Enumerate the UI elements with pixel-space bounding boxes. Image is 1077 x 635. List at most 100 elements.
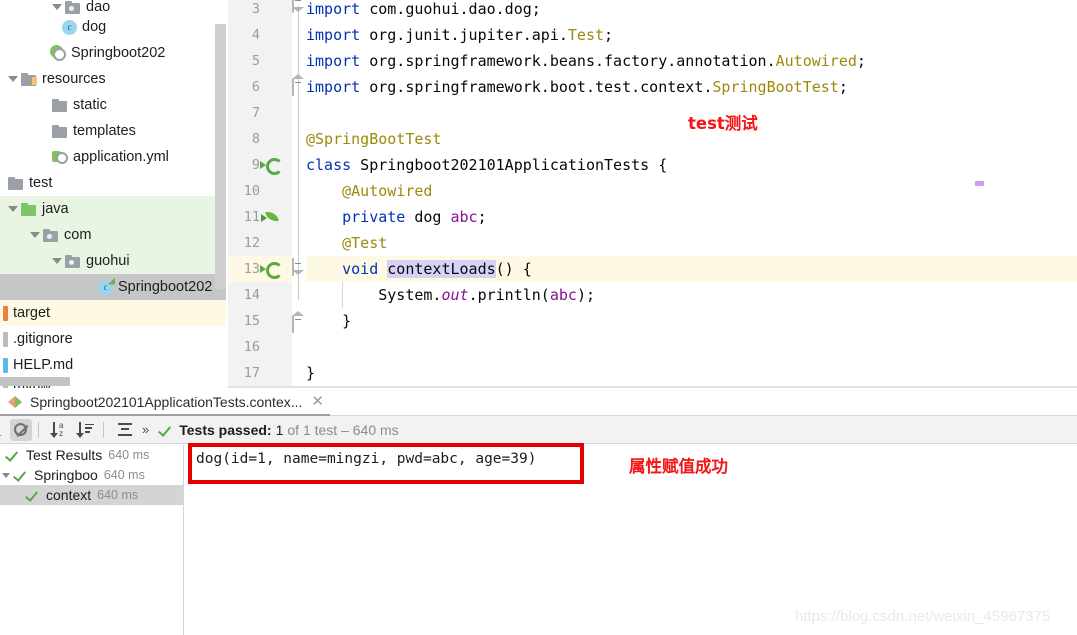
editor-gutter[interactable]: 3 4 5 6 7 8 9 10 11 12 13 14 15 16 17 xyxy=(228,0,292,388)
spring-test-class-icon: c xyxy=(98,279,113,295)
markdown-file-icon xyxy=(3,357,8,373)
run-test-method-icon[interactable] xyxy=(266,261,282,277)
code-editor[interactable]: 3 4 5 6 7 8 9 10 11 12 13 14 15 16 17 im… xyxy=(228,0,1077,388)
gutter-line[interactable]: 5 xyxy=(228,48,292,74)
test-tree-row-class[interactable]: Springboo 640 ms xyxy=(0,465,183,485)
check-icon xyxy=(14,468,28,482)
tree-item-label: Springboot202 xyxy=(118,279,213,295)
gutter-line[interactable]: 7 xyxy=(228,100,292,126)
code-line-3[interactable]: import com.guohui.dao.dog; xyxy=(306,0,1077,22)
run-toolbar-filler xyxy=(977,416,1077,444)
code-line-12[interactable]: @Test xyxy=(306,230,1077,256)
tree-item-label: HELP.md xyxy=(13,357,74,373)
fold-collapse-method-icon[interactable] xyxy=(292,258,305,276)
yml-file-icon xyxy=(52,150,68,164)
test-tree-row-method[interactable]: context 640 ms xyxy=(0,485,183,505)
run-test-class-icon[interactable] xyxy=(266,157,282,173)
toolbar-separator xyxy=(103,421,104,438)
code-line-9[interactable]: class Springboot202101ApplicationTests { xyxy=(306,152,1077,178)
tree-item-help-md[interactable]: HELP.md xyxy=(0,352,228,378)
gutter-line[interactable]: 14 xyxy=(228,282,292,308)
tree-item-dog[interactable]: c dog xyxy=(0,14,228,40)
test-tree-label: context xyxy=(46,487,92,503)
gutter-line[interactable]: 3 xyxy=(228,0,292,22)
test-tree-label: Springboo xyxy=(34,467,98,483)
chevron-down-icon[interactable] xyxy=(30,232,40,238)
tree-item-application-yml[interactable]: application.yml xyxy=(0,144,228,170)
code-line-5[interactable]: import org.springframework.beans.factory… xyxy=(306,48,1077,74)
expand-collapse-icon[interactable] xyxy=(114,419,136,441)
tests-status-count: 1 xyxy=(275,421,284,438)
code-text-area[interactable]: import com.guohui.dao.dog; import org.ju… xyxy=(306,0,1077,388)
gutter-line[interactable]: 16 xyxy=(228,334,292,360)
expand-glyph xyxy=(118,422,132,437)
test-tree-console-splitter[interactable] xyxy=(183,445,184,635)
gutter-line[interactable]: 15 xyxy=(228,308,292,334)
code-line-6[interactable]: import org.springframework.boot.test.con… xyxy=(306,74,1077,100)
spring-autowired-bean-icon[interactable] xyxy=(266,209,282,225)
gutter-line[interactable]: 9 xyxy=(228,152,292,178)
run-toolbar[interactable]: az » Tests passed: 1 of 1 test – 640 ms xyxy=(0,416,977,444)
tree-item-static[interactable]: static xyxy=(0,92,228,118)
tree-item-label: dog xyxy=(82,19,107,35)
gutter-line[interactable]: 13 xyxy=(228,256,292,282)
java-class-icon: c xyxy=(62,19,77,35)
code-line-14[interactable]: System.out.println(abc); xyxy=(306,282,1077,308)
sort-alphabetically-icon[interactable]: az xyxy=(49,419,71,441)
watermark: https://blog.csdn.net/weixin_45967375 xyxy=(795,608,1051,625)
gutter-line[interactable]: 11 xyxy=(228,204,292,230)
tree-item-dao[interactable]: dao xyxy=(0,0,228,14)
code-line-15[interactable]: } xyxy=(306,308,1077,334)
spring-bean-leaf-icon[interactable] xyxy=(266,131,282,147)
test-results-tree[interactable]: Test Results 640 ms Springboo 640 ms con… xyxy=(0,445,183,505)
run-tool-window[interactable]: Springboot202101ApplicationTests.contex.… xyxy=(0,388,1077,635)
project-tree-horizontal-scrollbar[interactable] xyxy=(0,377,70,386)
chevron-down-icon[interactable] xyxy=(8,76,18,82)
test-tree-duration: 640 ms xyxy=(97,488,139,502)
sort-by-duration-icon[interactable] xyxy=(75,419,97,441)
rerun-partial-icon[interactable] xyxy=(0,419,6,441)
tree-item-test[interactable]: test xyxy=(0,170,228,196)
gutter-line[interactable]: 10 xyxy=(228,178,292,204)
gutter-line[interactable]: 6 xyxy=(228,74,292,100)
close-icon[interactable]: ✕ xyxy=(311,394,324,409)
run-tab[interactable]: Springboot202101ApplicationTests.contex.… xyxy=(0,388,324,416)
code-line-10[interactable]: @Autowired xyxy=(306,178,1077,204)
chevron-down-icon[interactable] xyxy=(2,472,10,478)
hide-passed-tests-button[interactable] xyxy=(10,418,32,441)
console-output-text: dog(id=1, name=mingzi, pwd=abc, age=39) xyxy=(196,451,537,467)
code-line-11[interactable]: private dog abc; xyxy=(306,204,1077,230)
test-tree-row-results[interactable]: Test Results 640 ms xyxy=(0,445,183,465)
run-tab-bar[interactable]: Springboot202101ApplicationTests.contex.… xyxy=(0,388,977,416)
gutter-line[interactable]: 17 xyxy=(228,360,292,386)
tree-item-guohui[interactable]: guohui xyxy=(0,248,228,274)
fold-region-line xyxy=(298,6,299,300)
gutter-line[interactable]: 8 xyxy=(228,126,292,152)
chevron-down-icon[interactable] xyxy=(52,4,62,10)
tree-item-springboot-app[interactable]: Springboot202 xyxy=(0,40,228,66)
toolbar-overflow-button[interactable]: » xyxy=(142,422,149,437)
tree-item-java[interactable]: java xyxy=(0,196,228,222)
tree-item-springboot-tests[interactable]: c Springboot202 xyxy=(0,274,228,300)
code-line-13[interactable]: void contextLoads() { xyxy=(306,256,1077,282)
project-tool-window[interactable]: dao c dog Springboot202 resources static… xyxy=(0,0,228,390)
project-tree-vertical-scrollbar[interactable] xyxy=(215,24,226,289)
editor-fold-gutter[interactable] xyxy=(292,0,306,388)
editor-marker-usage[interactable] xyxy=(975,181,984,186)
chevron-down-icon[interactable] xyxy=(52,258,62,264)
gutter-line[interactable]: 4 xyxy=(228,22,292,48)
tree-item-templates[interactable]: templates xyxy=(0,118,228,144)
code-line-16[interactable] xyxy=(306,334,1077,360)
tree-item-gitignore[interactable]: .gitignore xyxy=(0,326,228,352)
fold-collapse-method-end-icon[interactable] xyxy=(292,311,305,333)
tree-item-target[interactable]: target xyxy=(0,300,228,326)
gutter-line[interactable]: 12 xyxy=(228,230,292,256)
tree-item-resources[interactable]: resources xyxy=(0,66,228,92)
run-tab-title: Springboot202101ApplicationTests.contex.… xyxy=(30,394,303,410)
chevron-down-icon[interactable] xyxy=(8,206,18,212)
fold-collapse-end-icon[interactable] xyxy=(292,74,305,96)
code-line-17[interactable]: } xyxy=(306,360,1077,386)
tree-item-com[interactable]: com xyxy=(0,222,228,248)
fold-collapse-imports-icon[interactable] xyxy=(292,0,305,13)
code-line-4[interactable]: import org.junit.jupiter.api.Test; xyxy=(306,22,1077,48)
